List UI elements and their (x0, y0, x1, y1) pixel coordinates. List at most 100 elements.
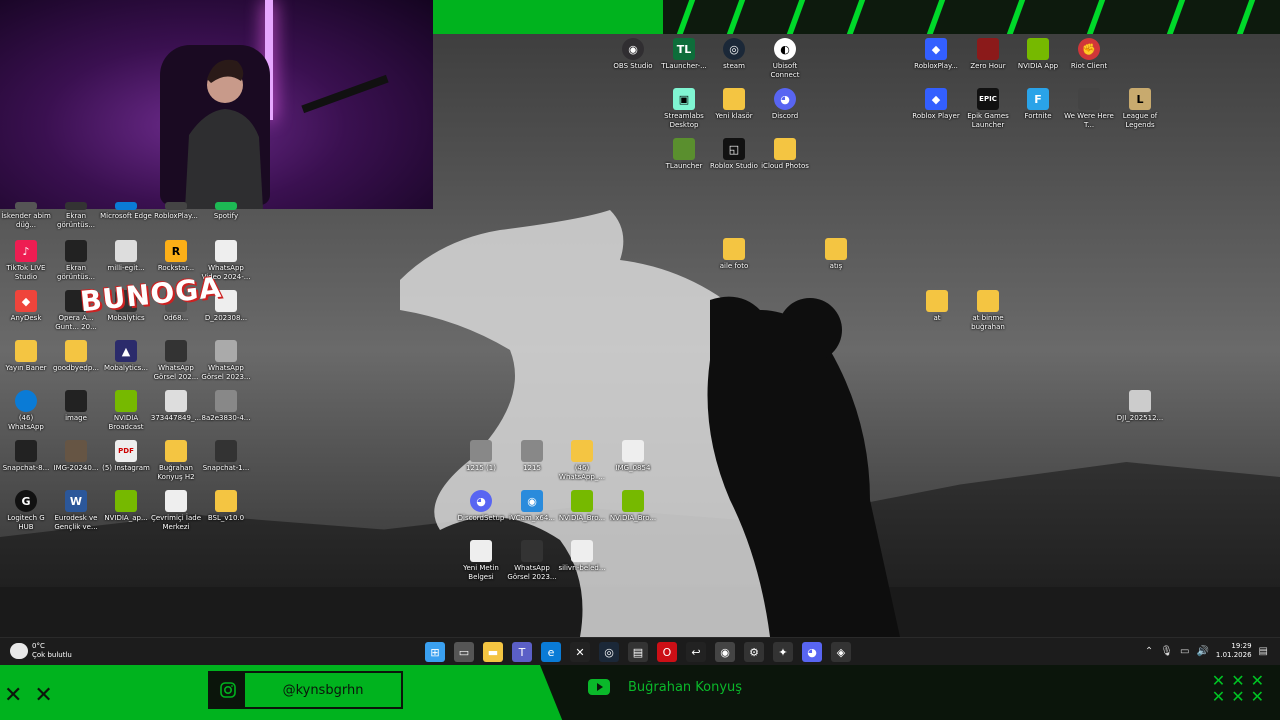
desktop-icon[interactable]: atış (810, 238, 862, 271)
desktop-icon[interactable]: NVIDIA_Bro... (556, 490, 608, 523)
desktop-icon[interactable]: ✊ Riot Client (1063, 38, 1115, 71)
settings-icon[interactable]: ⚙ (744, 642, 764, 662)
desktop-icon[interactable]: ◆ Roblox Player (910, 88, 962, 121)
desktop-icon[interactable]: WhatsApp Görsel 2023... (200, 340, 252, 382)
logitech-icon: G (15, 490, 37, 512)
capcut-icon[interactable]: ✕ (570, 642, 590, 662)
desktop-icon[interactable]: Microsoft Edge (100, 202, 152, 221)
desktop-icon[interactable]: NVIDIA_Bro... (607, 490, 659, 523)
arrow-app-icon[interactable]: ↩ (686, 642, 706, 662)
app-icon[interactable]: ✦ (773, 642, 793, 662)
teams-icon[interactable]: T (512, 642, 532, 662)
desktop-icon[interactable]: Yayın Baner (0, 340, 52, 373)
desktop-icon[interactable]: ◕ Discord (759, 88, 811, 121)
desktop-icon[interactable]: DJI_202512... (1114, 390, 1166, 423)
desktop-icon[interactable]: ◕ DiscordSetup (455, 490, 507, 523)
image-icon (622, 440, 644, 462)
desktop-icon[interactable]: (46) WhatsApp (0, 390, 52, 432)
folder-icon (15, 340, 37, 362)
desktop-icon[interactable]: İskender abim düğ... (0, 202, 52, 230)
steam-icon[interactable]: ◎ (599, 642, 619, 662)
desktop-icon[interactable]: at binme buğrahan (962, 290, 1014, 332)
task-view-icon[interactable]: ▭ (454, 642, 474, 662)
desktop-icon[interactable]: IMG-20240... (50, 440, 102, 473)
desktop-icon[interactable]: iCloud Photos (759, 138, 811, 171)
document-icon (115, 240, 137, 262)
microphone-icon[interactable]: 🎙 (1160, 646, 1173, 657)
desktop-icon[interactable]: RobloxPlay... (150, 202, 202, 221)
desktop-icon[interactable]: ◎ steam (708, 38, 760, 71)
desktop-icon[interactable]: 1215 (506, 440, 558, 473)
edge-icon[interactable]: e (541, 642, 561, 662)
folder-icon (825, 238, 847, 260)
desktop-icon[interactable]: L League of Legends (1114, 88, 1166, 130)
clock[interactable]: 19:29 1.01.2026 (1216, 642, 1252, 660)
nvidia-icon (1027, 38, 1049, 60)
windows-start-icon[interactable]: ⊞ (425, 642, 445, 662)
instagram-icon (210, 673, 245, 707)
desktop-icon[interactable]: EPIC Epik Games Launcher (962, 88, 1014, 130)
desktop-icon[interactable]: ▣ Streamlabs Desktop (658, 88, 710, 130)
desktop-icon[interactable]: Yeni klasör (708, 88, 760, 121)
store-icon[interactable]: ▤ (628, 642, 648, 662)
desktop-icon[interactable]: Ekran görüntüs... (50, 240, 102, 282)
desktop-icon[interactable]: milli-egit... (100, 240, 152, 273)
desktop-icon[interactable]: We Were Here T... (1063, 88, 1115, 130)
desktop-icon[interactable]: BSL_v10.0 (200, 490, 252, 523)
opera-icon[interactable]: O (657, 642, 677, 662)
desktop-icon[interactable]: aile foto (708, 238, 760, 271)
desktop-icon[interactable]: TLauncher (658, 138, 710, 171)
desktop-icon[interactable]: goodbyedp... (50, 340, 102, 373)
image-icon (65, 390, 87, 412)
file-explorer-icon[interactable]: ▬ (483, 642, 503, 662)
desktop-icon[interactable]: IMG_0854 (607, 440, 659, 473)
desktop-icon[interactable]: image (50, 390, 102, 423)
desktop-icon[interactable]: 1215 (1) (455, 440, 507, 473)
discord-icon[interactable]: ◕ (802, 642, 822, 662)
tiktok-icon: ♪ (15, 240, 37, 262)
desktop-icon[interactable]: Yeni Metin Belgesi (455, 540, 507, 582)
desktop-icon[interactable]: ◱ Roblox Studio (708, 138, 760, 171)
desktop-icon[interactable]: F Fortnite (1012, 88, 1064, 121)
desktop-icon[interactable]: Snapchat-1... (200, 440, 252, 473)
weather-widget[interactable]: 0°C Çok bulutlu (10, 642, 72, 660)
desktop-icon[interactable]: Spotify (200, 202, 252, 221)
network-icon[interactable]: ▭ (1180, 646, 1189, 657)
desktop-icon[interactable]: R Rockstar... (150, 240, 202, 273)
desktop-icon[interactable]: Snapchat-8... (0, 440, 52, 473)
shield-icon[interactable]: ◈ (831, 642, 851, 662)
desktop-icon[interactable]: ◆ RobloxPlay... (910, 38, 962, 71)
desktop-icon[interactable]: ◉ iVCam_x64... (506, 490, 558, 523)
desktop-icon[interactable]: (46) WhatsApp_... (556, 440, 608, 482)
desktop-icon[interactable]: Buğrahan Konyuş H2 (150, 440, 202, 482)
chrome-icon-glyph: ◉ (720, 645, 730, 659)
desktop-icon[interactable]: ◆ AnyDesk (0, 290, 52, 323)
desktop-icon[interactable]: at (911, 290, 963, 323)
instagram-handle: @kynsbgrhn (282, 682, 364, 698)
chrome-icon[interactable]: ◉ (715, 642, 735, 662)
desktop-icon[interactable]: NVIDIA App (1012, 38, 1064, 71)
desktop-icon[interactable]: WhatsApp Görsel 2023... (506, 540, 558, 582)
desktop-icon[interactable]: ◉ OBS Studio (607, 38, 659, 71)
desktop-icon[interactable]: NVIDIA Broadcast (100, 390, 152, 432)
desktop-icon[interactable]: NVIDIA_ap... (100, 490, 152, 523)
edge-icon (15, 390, 37, 412)
desktop-icon[interactable]: silivri-beled... (556, 540, 608, 573)
desktop-icon[interactable]: ▲ Mobalytics... (100, 340, 152, 373)
desktop-icon[interactable]: PDF (5) Instagram (100, 440, 152, 473)
volume-icon[interactable]: 🔊 (1196, 646, 1208, 657)
desktop-icon[interactable]: Zero Hour (962, 38, 1014, 71)
desktop-icon[interactable]: G Logitech G HUB (0, 490, 52, 532)
desktop-icon[interactable]: WhatsApp Görsel 202... (150, 340, 202, 382)
desktop-icon[interactable]: ♪ TikTok LIVE Studio (0, 240, 52, 282)
desktop-icon[interactable]: 8a2e3830-4... (200, 390, 252, 423)
desktop-icon[interactable]: Ekran görüntüs... (50, 202, 102, 230)
chevron-up-icon[interactable]: ⌃ (1145, 646, 1153, 657)
desktop-icon[interactable]: Çevrimiçi İade Merkezi (150, 490, 202, 532)
desktop-icon[interactable]: W Eurodesk ve Gençlik ve... (50, 490, 102, 532)
notification-icon[interactable]: ▤ (1259, 646, 1268, 657)
desktop-icon[interactable]: 373447849_... (150, 390, 202, 423)
desktop-icon[interactable]: ◐ Ubisoft Connect (759, 38, 811, 80)
desktop-icon[interactable]: TL TLauncher-... (658, 38, 710, 71)
obs-icon: ◉ (622, 38, 644, 60)
